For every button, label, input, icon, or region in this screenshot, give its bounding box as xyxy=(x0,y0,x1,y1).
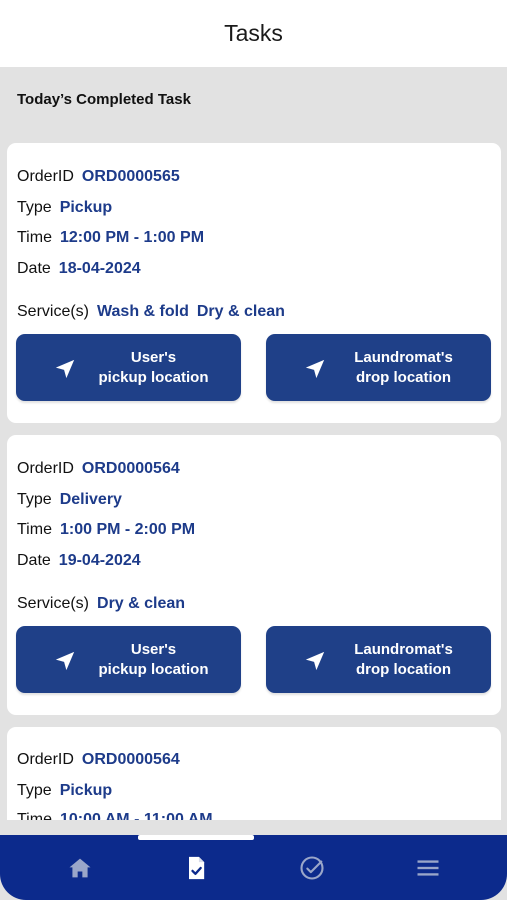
active-tab-indicator xyxy=(138,835,254,840)
button-label-line: pickup location xyxy=(98,368,209,386)
task-card[interactable]: OrderID ORD0000564 Type Pickup Time 10:0… xyxy=(7,727,501,820)
type-row: Type Pickup xyxy=(17,199,112,217)
order-id-value: ORD0000564 xyxy=(81,460,180,477)
order-id-row: OrderID ORD0000564 xyxy=(17,751,180,769)
date-row: Date 19-04-2024 xyxy=(17,552,141,570)
type-row: Type Delivery xyxy=(17,491,122,509)
menu-icon xyxy=(417,859,439,876)
service-tag: Dry & clean xyxy=(97,595,186,612)
bottom-tab-bar xyxy=(0,835,507,900)
tab-completed[interactable] xyxy=(282,835,342,900)
time-label: Time xyxy=(17,521,52,538)
section-title: Today’s Completed Task xyxy=(17,91,191,108)
type-value: Pickup xyxy=(59,199,113,216)
user-pickup-location-button[interactable]: User's pickup location xyxy=(16,334,241,401)
task-card[interactable]: OrderID ORD0000565 Type Pickup Time 12:0… xyxy=(7,143,501,423)
service-tag: Dry & clean xyxy=(196,303,285,320)
navigation-arrow-icon xyxy=(305,651,325,671)
services-label: Service(s) xyxy=(17,303,90,320)
date-value: 19-04-2024 xyxy=(58,552,141,569)
tab-menu[interactable] xyxy=(398,835,458,900)
time-label: Time xyxy=(17,811,52,820)
tab-tasks[interactable] xyxy=(166,835,226,900)
type-value: Pickup xyxy=(59,782,113,799)
order-id-label: OrderID xyxy=(17,460,74,477)
button-label-line: User's xyxy=(130,348,177,366)
navigation-arrow-icon xyxy=(55,359,75,379)
time-value: 10:00 AM - 11:00 AM xyxy=(59,811,213,820)
order-id-label: OrderID xyxy=(17,751,74,768)
time-row: Time 10:00 AM - 11:00 AM xyxy=(17,811,213,820)
app-header: Tasks xyxy=(0,0,507,67)
type-label: Type xyxy=(17,491,52,508)
date-value: 18-04-2024 xyxy=(58,260,141,277)
time-value: 1:00 PM - 2:00 PM xyxy=(59,521,196,538)
home-icon xyxy=(69,858,91,877)
type-row: Type Pickup xyxy=(17,782,112,800)
scroll-area-bottom xyxy=(0,820,507,835)
page-title: Tasks xyxy=(224,20,283,46)
user-pickup-location-button[interactable]: User's pickup location xyxy=(16,626,241,693)
type-label: Type xyxy=(17,782,52,799)
time-value: 12:00 PM - 1:00 PM xyxy=(59,229,205,246)
laundromat-drop-location-button[interactable]: Laundromat's drop location xyxy=(266,334,491,401)
type-label: Type xyxy=(17,199,52,216)
button-label-line: Laundromat's xyxy=(354,640,453,658)
navigation-arrow-icon xyxy=(305,359,325,379)
button-label-line: Laundromat's xyxy=(354,348,453,366)
time-row: Time 12:00 PM - 1:00 PM xyxy=(17,229,204,247)
service-tag: Wash & fold xyxy=(97,303,189,320)
date-label: Date xyxy=(17,552,51,569)
task-card[interactable]: OrderID ORD0000564 Type Delivery Time 1:… xyxy=(7,435,501,715)
services-row: Service(s) Dry & clean xyxy=(17,595,185,613)
button-label-line: User's xyxy=(130,640,177,658)
order-id-row: OrderID ORD0000565 xyxy=(17,168,180,186)
navigation-arrow-icon xyxy=(55,651,75,671)
laundromat-drop-location-button[interactable]: Laundromat's drop location xyxy=(266,626,491,693)
button-label-line: drop location xyxy=(356,660,451,678)
task-document-icon xyxy=(189,856,205,879)
order-id-label: OrderID xyxy=(17,168,74,185)
button-label-line: drop location xyxy=(356,368,451,386)
time-row: Time 1:00 PM - 2:00 PM xyxy=(17,521,195,539)
order-id-row: OrderID ORD0000564 xyxy=(17,460,180,478)
order-id-value: ORD0000564 xyxy=(81,751,180,768)
date-label: Date xyxy=(17,260,51,277)
check-circle-icon xyxy=(300,855,324,880)
type-value: Delivery xyxy=(59,491,122,508)
button-label-line: pickup location xyxy=(98,660,209,678)
services-row: Service(s) Wash & fold Dry & clean xyxy=(17,303,285,321)
order-id-value: ORD0000565 xyxy=(81,168,180,185)
services-label: Service(s) xyxy=(17,595,90,612)
tab-home[interactable] xyxy=(50,835,110,900)
date-row: Date 18-04-2024 xyxy=(17,260,141,278)
time-label: Time xyxy=(17,229,52,246)
